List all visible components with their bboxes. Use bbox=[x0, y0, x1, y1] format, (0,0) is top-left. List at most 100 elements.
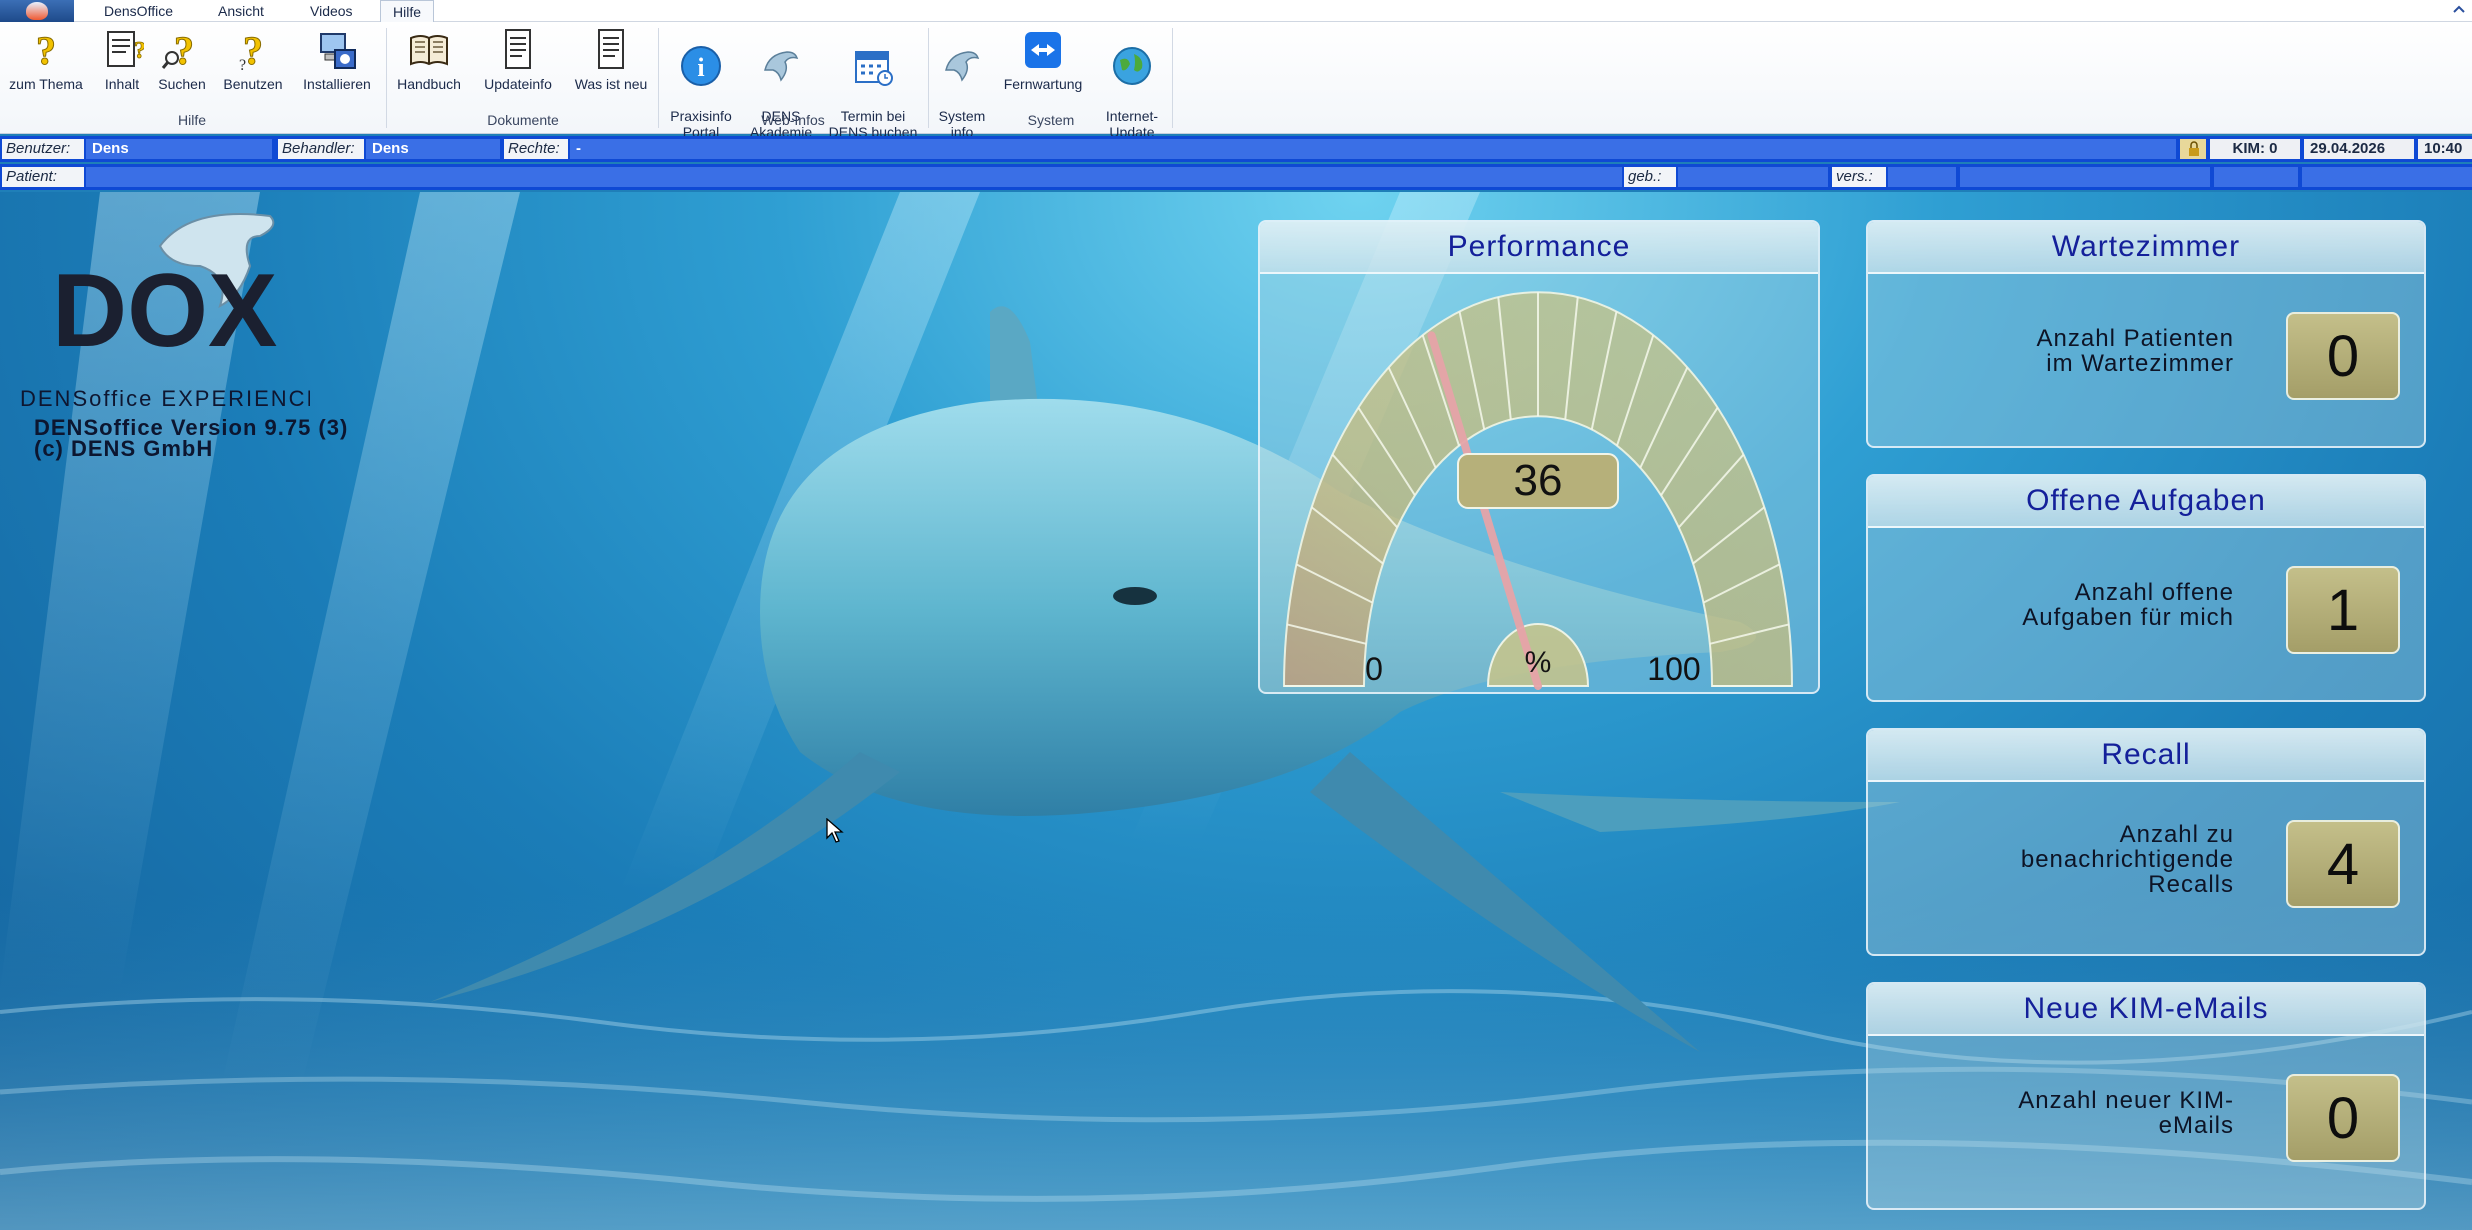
kim-panel[interactable]: Neue KIM-eMails Anzahl neuer KIM- eMails… bbox=[1866, 982, 2426, 1210]
group-label-dokumente: Dokumente bbox=[487, 112, 559, 128]
kim-counter[interactable]: KIM: 0 bbox=[2210, 139, 2300, 159]
vers-field bbox=[1888, 167, 1956, 187]
usage-question-icon: ?? bbox=[239, 28, 264, 72]
was-ist-neu-button[interactable]: Was ist neu bbox=[566, 28, 656, 92]
vers-label: vers.: bbox=[1832, 167, 1886, 187]
user-status-bar: Benutzer: Dens Behandler: Dens Rechte: -… bbox=[0, 136, 2472, 162]
geb-field bbox=[1678, 167, 1828, 187]
wartezimmer-text-line: Anzahl Patienten bbox=[2036, 325, 2234, 352]
question-icon: ? bbox=[36, 28, 57, 72]
patient-extra-field bbox=[1960, 167, 2210, 187]
install-icon bbox=[320, 33, 356, 69]
recall-text-line: benachrichtigende bbox=[2020, 846, 2234, 873]
gauge-unit-label: % bbox=[1525, 646, 1552, 679]
ribbon-separator bbox=[386, 28, 387, 128]
aufgaben-title: Offene Aufgaben bbox=[1868, 476, 2424, 528]
info-icon: i bbox=[681, 46, 721, 86]
group-label-hilfe: Hilfe bbox=[177, 112, 206, 128]
contents-icon: ? bbox=[107, 31, 144, 67]
dashboard-background: DOX DENSoffice EXPERIENCED DENSoffice Ve… bbox=[0, 192, 2472, 1230]
svg-text:?: ? bbox=[239, 57, 246, 72]
wartezimmer-text-line: im Wartezimmer bbox=[2046, 350, 2234, 377]
kim-text-line: Anzahl neuer KIM- bbox=[2018, 1087, 2234, 1114]
patient-status-bar: Patient: geb.: vers.: bbox=[0, 164, 2472, 190]
kim-text: Anzahl neuer KIM- eMails bbox=[2018, 1088, 2234, 1138]
aufgaben-count: 1 bbox=[2286, 566, 2400, 654]
document-icon bbox=[505, 29, 531, 69]
svg-text:?: ? bbox=[36, 28, 56, 72]
suchen-label: Suchen bbox=[158, 76, 206, 92]
recall-text-line: Anzahl zu bbox=[2119, 821, 2234, 848]
inhalt-label: Inhalt bbox=[104, 76, 140, 92]
app-logo-icon bbox=[26, 2, 48, 20]
rechte-field: - bbox=[570, 139, 2176, 159]
ribbon: ? zum Thema ? Inhalt ? Suchen ?? Benutze… bbox=[0, 22, 2472, 140]
kim-title: Neue KIM-eMails bbox=[1868, 984, 2424, 1036]
benutzer-label: Benutzer: bbox=[2, 139, 84, 159]
patient-extra-field bbox=[2214, 167, 2298, 187]
geb-label: geb.: bbox=[1624, 167, 1676, 187]
dolphin-icon bbox=[764, 51, 799, 82]
book-icon bbox=[410, 35, 448, 66]
ribbon-separator bbox=[1172, 28, 1173, 128]
wartezimmer-title: Wartezimmer bbox=[1868, 222, 2424, 274]
wartezimmer-panel[interactable]: Wartezimmer Anzahl Patienten im Wartezim… bbox=[1866, 220, 2426, 448]
group-label-system: System bbox=[1027, 112, 1075, 128]
zum-thema-label: zum Thema bbox=[9, 76, 83, 92]
kim-text-line: eMails bbox=[2158, 1112, 2234, 1139]
behandler-label: Behandler: bbox=[278, 139, 364, 159]
ribbon-collapse-icon[interactable] bbox=[2452, 2, 2466, 16]
fernwartung-label: Fernwartung bbox=[1003, 76, 1083, 92]
suchen-button[interactable]: ? Suchen bbox=[152, 28, 212, 92]
tab-ansicht[interactable]: Ansicht bbox=[206, 0, 276, 22]
tab-hilfe[interactable]: Hilfe bbox=[380, 0, 435, 23]
installieren-label: Installieren bbox=[303, 76, 371, 92]
ribbon-separator bbox=[658, 28, 659, 128]
aufgaben-panel[interactable]: Offene Aufgaben Anzahl offene Aufgaben f… bbox=[1866, 474, 2426, 702]
inhalt-button[interactable]: ? Inhalt bbox=[92, 28, 152, 92]
recall-text-line: Recalls bbox=[2148, 871, 2234, 898]
recall-panel[interactable]: Recall Anzahl zu benachrichtigende Recal… bbox=[1866, 728, 2426, 956]
gauge-min-label: 0 bbox=[1365, 651, 1383, 687]
svg-text:i: i bbox=[697, 53, 704, 82]
recall-text: Anzahl zu benachrichtigende Recalls bbox=[2021, 822, 2234, 897]
calendar-icon bbox=[855, 51, 893, 86]
benutzen-button[interactable]: ?? Benutzen bbox=[218, 28, 288, 92]
handbuch-label: Handbuch bbox=[397, 76, 461, 92]
dolphin-icon bbox=[945, 51, 980, 82]
mouse-cursor-icon bbox=[826, 818, 844, 843]
lock-icon[interactable] bbox=[2180, 139, 2206, 159]
time-display: 10:40 bbox=[2418, 139, 2472, 159]
patient-extra-field bbox=[2302, 167, 2472, 187]
group-label-webinfos: Web-Infos bbox=[761, 112, 825, 128]
was-ist-neu-label: Was ist neu bbox=[574, 76, 648, 92]
tab-densoffice[interactable]: DensOffice bbox=[92, 0, 185, 22]
tab-videos[interactable]: Videos bbox=[298, 0, 365, 22]
kim-count: 0 bbox=[2286, 1074, 2400, 1162]
updateinfo-label: Updateinfo bbox=[484, 76, 552, 92]
zum-thema-button[interactable]: ? zum Thema bbox=[6, 28, 86, 92]
installieren-button[interactable]: Installieren bbox=[294, 28, 380, 92]
benutzen-label: Benutzen bbox=[223, 76, 283, 92]
gauge-value: 36 bbox=[1514, 456, 1563, 505]
aufgaben-text: Anzahl offene Aufgaben für mich bbox=[2022, 580, 2234, 630]
rechte-label: Rechte: bbox=[504, 139, 568, 159]
app-menu-button[interactable] bbox=[0, 0, 74, 22]
svg-text:?: ? bbox=[174, 28, 194, 72]
search-question-icon: ? bbox=[161, 28, 195, 72]
aufgaben-text-line: Aufgaben für mich bbox=[2022, 604, 2234, 631]
benutzer-field[interactable]: Dens bbox=[86, 139, 272, 159]
aufgaben-text-line: Anzahl offene bbox=[2074, 579, 2234, 606]
updateinfo-button[interactable]: Updateinfo bbox=[472, 28, 564, 92]
wartezimmer-text: Anzahl Patienten im Wartezimmer bbox=[2037, 326, 2234, 376]
fernwartung-button[interactable]: Fernwartung bbox=[994, 28, 1092, 92]
document-icon bbox=[598, 29, 624, 69]
globe-icon bbox=[1113, 47, 1151, 85]
patient-field[interactable] bbox=[86, 167, 1622, 187]
recall-count: 4 bbox=[2286, 820, 2400, 908]
ribbon-separator bbox=[928, 28, 929, 128]
wartezimmer-count: 0 bbox=[2286, 312, 2400, 400]
handbuch-button[interactable]: Handbuch bbox=[390, 28, 468, 92]
behandler-field[interactable]: Dens bbox=[366, 139, 500, 159]
recall-title: Recall bbox=[1868, 730, 2424, 782]
